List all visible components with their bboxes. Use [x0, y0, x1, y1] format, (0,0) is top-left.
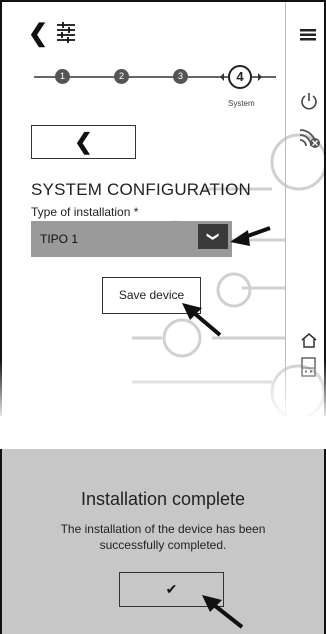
wireless-off-icon[interactable]	[299, 127, 321, 149]
hamburger-menu-icon[interactable]	[300, 29, 316, 41]
right-sidebar	[285, 2, 324, 416]
power-icon[interactable]	[300, 92, 318, 110]
configuration-screen: ❮ 1 2 3 4 System ❮ SYSTEM CONFIGURATION …	[0, 0, 326, 416]
pointer-arrow-icon	[182, 226, 271, 337]
home-icon[interactable]	[300, 332, 318, 349]
completion-panel: Installation complete The installation o…	[0, 449, 326, 634]
pointer-arrow-icon	[202, 595, 244, 629]
fade-divider	[0, 360, 326, 450]
